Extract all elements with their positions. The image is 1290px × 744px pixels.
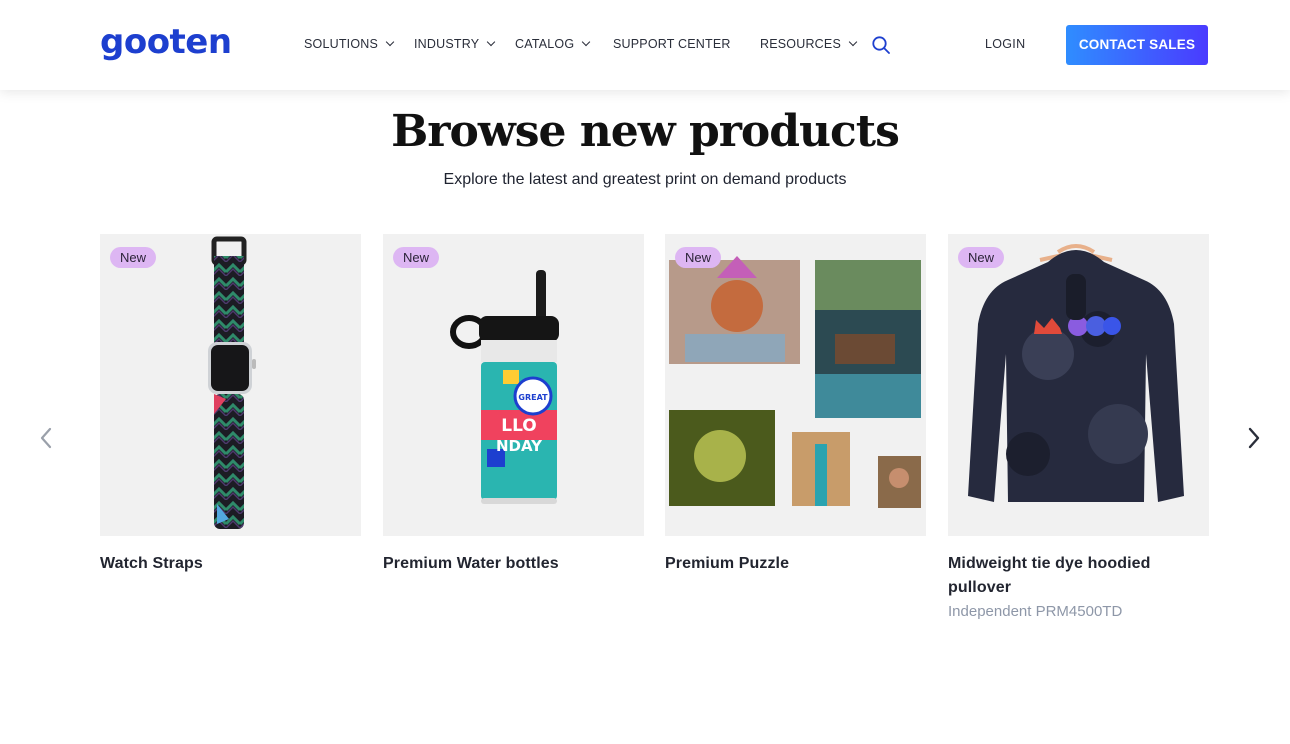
svg-text:NDAY: NDAY bbox=[496, 437, 543, 455]
nav-industry-label: INDUSTRY bbox=[414, 37, 480, 51]
nav-resources[interactable]: RESOURCES bbox=[760, 37, 858, 51]
product-card-watch-straps[interactable]: New Watch Straps bbox=[100, 234, 361, 576]
nav-catalog-label: CATALOG bbox=[515, 37, 575, 51]
nav-resources-label: RESOURCES bbox=[760, 37, 841, 51]
product-card-tie-dye-hoodie[interactable]: New Midweight tie dye hoodied pullover I… bbox=[948, 234, 1209, 624]
product-card-premium-puzzle[interactable]: New Premium Puzzle bbox=[665, 234, 926, 576]
login-link[interactable]: LOGIN bbox=[985, 37, 1025, 51]
product-title[interactable]: Watch Straps bbox=[100, 552, 361, 576]
chevron-right-icon[interactable] bbox=[1244, 426, 1264, 450]
logo[interactable]: gooten bbox=[100, 22, 232, 62]
new-badge: New bbox=[958, 247, 1005, 268]
product-title[interactable]: Premium Puzzle bbox=[665, 552, 926, 576]
product-subtitle: Independent PRM4500TD bbox=[948, 603, 1123, 620]
page-title: Browse new products bbox=[391, 106, 900, 157]
watch-strap-image bbox=[208, 236, 256, 529]
new-badge: New bbox=[393, 247, 440, 268]
new-badge: New bbox=[675, 247, 722, 268]
product-image[interactable]: New GREAT LLO NDAY bbox=[383, 234, 644, 536]
product-image[interactable]: New bbox=[100, 234, 361, 536]
product-card-water-bottles[interactable]: New GREAT LLO NDAY Premium Water bottles bbox=[383, 234, 644, 576]
hoodie-image bbox=[968, 244, 1184, 502]
nav-solutions[interactable]: SOLUTIONS bbox=[304, 37, 395, 51]
nav-industry[interactable]: INDUSTRY bbox=[414, 37, 496, 51]
product-title[interactable]: Midweight tie dye hoodied pullover bbox=[948, 552, 1209, 600]
contact-sales-button[interactable]: CONTACT SALES bbox=[1066, 25, 1208, 65]
svg-text:LLO: LLO bbox=[501, 416, 537, 436]
new-badge: New bbox=[110, 247, 157, 268]
page-subtitle: Explore the latest and greatest print on… bbox=[443, 171, 847, 188]
chevron-down-icon bbox=[385, 37, 395, 47]
product-title[interactable]: Premium Water bottles bbox=[383, 552, 644, 576]
water-bottle-image: GREAT LLO NDAY bbox=[450, 270, 559, 504]
chevron-left-icon[interactable] bbox=[36, 426, 56, 450]
chevron-down-icon bbox=[582, 37, 591, 47]
nav-solutions-label: SOLUTIONS bbox=[304, 37, 379, 51]
site-header: gooten SOLUTIONS INDUSTRY CATALOG SUPPOR… bbox=[0, 0, 1290, 90]
search-icon[interactable] bbox=[871, 35, 891, 55]
puzzle-image bbox=[669, 256, 921, 508]
chevron-down-icon bbox=[848, 37, 858, 47]
product-image[interactable]: New bbox=[948, 234, 1209, 536]
nav-support-center[interactable]: SUPPORT CENTER bbox=[613, 37, 731, 51]
chevron-down-icon bbox=[487, 37, 496, 47]
svg-text:GREAT: GREAT bbox=[518, 393, 548, 402]
nav-support-center-label: SUPPORT CENTER bbox=[613, 37, 731, 51]
nav-catalog[interactable]: CATALOG bbox=[515, 37, 591, 51]
product-image[interactable]: New bbox=[665, 234, 926, 536]
